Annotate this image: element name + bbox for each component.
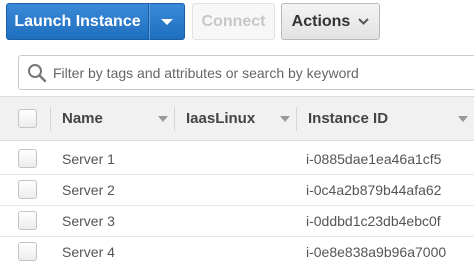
connect-button[interactable]: Connect xyxy=(192,3,275,40)
launch-instance-button[interactable]: Launch Instance xyxy=(6,3,149,40)
table-row[interactable]: Server 3 i-0ddbd1c23db4ebc0f xyxy=(0,206,474,237)
chevron-down-icon xyxy=(358,18,370,25)
column-divider xyxy=(296,107,297,131)
table-row[interactable]: Server 4 i-0e8e838a9b96a7000 xyxy=(0,237,474,268)
cell-instance-id: i-0ddbd1c23db4ebc0f xyxy=(306,213,441,229)
column-header-instance-id[interactable]: Instance ID xyxy=(308,97,474,140)
toolbar: Launch Instance Connect Actions xyxy=(0,0,474,44)
cell-instance-id: i-0c4a2b879b44afa62 xyxy=(306,182,442,198)
connect-label: Connect xyxy=(201,12,266,30)
table-row[interactable]: Server 2 i-0c4a2b879b44afa62 xyxy=(0,175,474,206)
column-header-label: IaasLinux xyxy=(186,110,256,127)
column-header-iaaslinux[interactable]: IaasLinux xyxy=(186,97,296,140)
cell-name: Server 4 xyxy=(62,244,115,260)
column-divider xyxy=(174,107,175,131)
chevron-down-icon xyxy=(161,18,173,25)
column-divider xyxy=(50,107,51,131)
table-header: Name IaasLinux Instance ID xyxy=(0,96,474,141)
launch-instance-label: Launch Instance xyxy=(14,12,141,30)
search-filter-bar[interactable] xyxy=(18,55,474,90)
caret-down-icon[interactable] xyxy=(458,115,468,122)
cell-instance-id: i-0e8e838a9b96a7000 xyxy=(306,244,447,260)
row-checkbox[interactable] xyxy=(18,211,37,230)
caret-down-icon[interactable] xyxy=(158,115,168,122)
column-header-label: Instance ID xyxy=(308,110,389,127)
column-header-label: Name xyxy=(62,110,103,127)
actions-button[interactable]: Actions xyxy=(281,3,380,40)
cell-name: Server 3 xyxy=(62,213,115,229)
table-row[interactable]: Server 1 i-0885dae1ea46a1cf5 xyxy=(0,144,474,175)
caret-down-icon[interactable] xyxy=(280,115,290,122)
cell-instance-id: i-0885dae1ea46a1cf5 xyxy=(306,151,442,167)
search-icon xyxy=(28,63,47,82)
cell-name: Server 2 xyxy=(62,182,115,198)
column-header-name[interactable]: Name xyxy=(62,97,174,140)
select-all-checkbox[interactable] xyxy=(18,109,37,128)
cell-name: Server 1 xyxy=(62,151,115,167)
row-checkbox[interactable] xyxy=(18,149,37,168)
actions-label: Actions xyxy=(291,12,351,30)
launch-instance-dropdown-button[interactable] xyxy=(149,3,185,40)
search-input[interactable] xyxy=(53,64,453,81)
row-checkbox[interactable] xyxy=(18,242,37,261)
row-checkbox[interactable] xyxy=(18,180,37,199)
